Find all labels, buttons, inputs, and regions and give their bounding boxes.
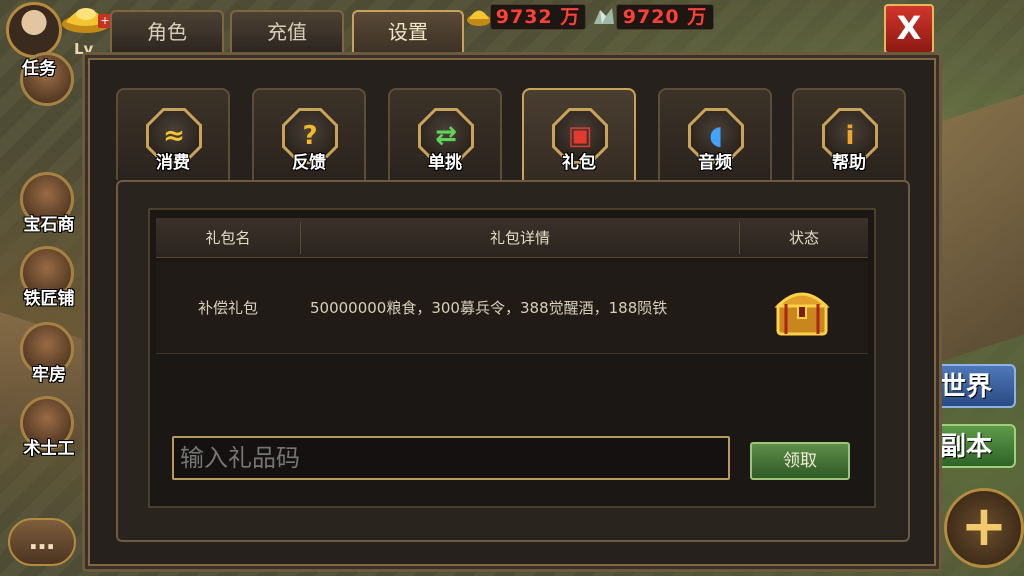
side-button-gem-shop[interactable]: 宝石商 (4, 172, 94, 242)
ore-icon (594, 8, 614, 24)
expand-menu-button[interactable]: + (944, 488, 1024, 568)
header-gift-name: 礼包名 (205, 229, 251, 247)
player-avatar[interactable] (6, 2, 62, 58)
header-gift-detail: 礼包详情 (489, 229, 550, 247)
gift-table-header: 礼包名 礼包详情 状态 (156, 218, 868, 258)
side-button-wizard[interactable]: 术士工 (4, 396, 94, 466)
close-button[interactable]: X (884, 4, 934, 54)
castle-wall-right (929, 94, 1024, 366)
tab-gift[interactable]: ▣ 礼包 (522, 88, 636, 186)
chat-button[interactable]: … (8, 518, 76, 566)
tab-duel[interactable]: ⇄ 单挑 (388, 88, 502, 180)
tab-settings[interactable]: 设置 (352, 10, 464, 56)
tab-recharge[interactable]: 充值 (230, 10, 344, 52)
gold-ingot-icon (467, 10, 491, 26)
tab-help[interactable]: i 帮助 (792, 88, 906, 180)
table-row: 补偿礼包 50000000粮食，300募兵令，388觉醒酒，188陨铁 (156, 262, 868, 354)
gift-name: 补偿礼包 (197, 299, 258, 317)
gift-code-input[interactable] (172, 436, 730, 480)
side-button-prison[interactable]: 牢房 (4, 322, 94, 392)
header-status: 状态 (788, 229, 819, 247)
side-button-blacksmith[interactable]: 铁匠铺 (4, 246, 94, 316)
treasure-chest-icon[interactable] (772, 282, 832, 338)
ore-amount: 9720 万 (616, 4, 714, 30)
tab-feedback[interactable]: ? 反馈 (252, 88, 366, 180)
claim-button[interactable]: 领取 (750, 442, 850, 480)
gift-detail: 50000000粮食，300募兵令，388觉醒酒，188陨铁 (310, 299, 668, 317)
tab-consume[interactable]: ≈ 消费 (116, 88, 230, 180)
gold-amount: 9732 万 (490, 4, 586, 30)
tab-character[interactable]: 角色 (110, 10, 224, 52)
side-button-quest[interactable]: 任务 (4, 52, 94, 122)
tab-audio[interactable]: ◖ 音频 (658, 88, 772, 180)
